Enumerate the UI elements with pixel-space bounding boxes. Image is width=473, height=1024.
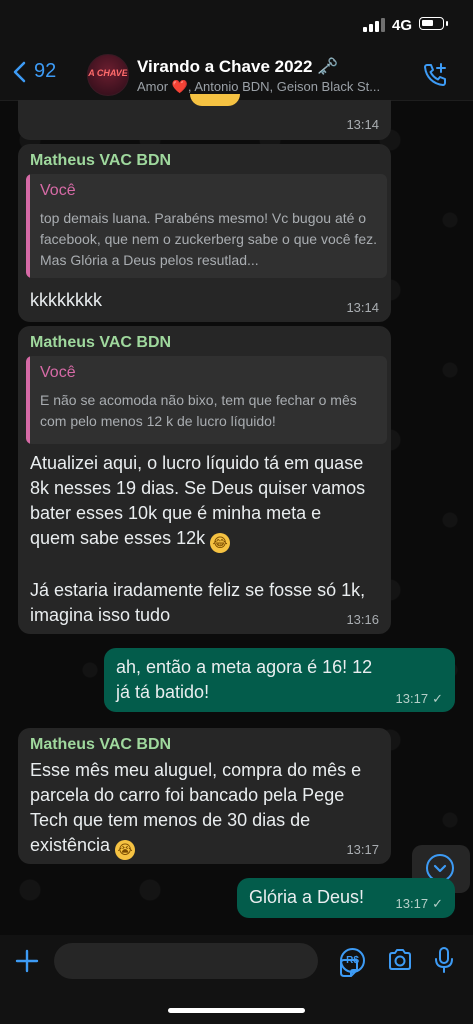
sent-check-icon: ✓ xyxy=(432,691,443,706)
message-paragraph: Esse mês meu aluguel, compra do mês e pa… xyxy=(30,760,362,855)
message-time: 13:17 ✓ xyxy=(396,896,443,912)
message-input[interactable] xyxy=(54,943,358,979)
message-paragraph: Já estaria iradamente feliz se fosse só … xyxy=(30,580,366,625)
message-time: 13:14 xyxy=(346,300,379,315)
message-time: 13:14 xyxy=(346,117,379,132)
group-members[interactable]: Amor ❤️, Antonio BDN, Geison Black St... xyxy=(137,79,407,95)
signal-icon xyxy=(363,18,385,32)
battery-icon xyxy=(419,17,448,30)
message-text: kkkkkkkk xyxy=(30,290,102,310)
sender-name: Matheus VAC BDN xyxy=(30,334,172,351)
payment-icon[interactable]: R$ xyxy=(340,948,365,973)
message-time-value: 13:17 xyxy=(395,896,429,911)
add-call-icon[interactable] xyxy=(422,62,448,88)
message-bubble-outgoing[interactable]: ah, então a meta agora é 16! 12 já tá ba… xyxy=(104,648,455,712)
message-text: Esse mês meu aluguel, compra do mês e pa… xyxy=(30,758,375,860)
laughing-emoji-icon: 😂 xyxy=(210,533,231,553)
plus-icon[interactable] xyxy=(14,948,40,974)
quote-text: top demais luana. Parabéns mesmo! Vc bug… xyxy=(40,210,377,268)
sent-check-icon: ✓ xyxy=(432,896,443,911)
message-time-value: 13:17 xyxy=(395,691,429,706)
chevron-left-icon xyxy=(13,61,26,82)
quote-bar xyxy=(26,174,30,278)
crying-emoji-icon: 😭 xyxy=(115,840,136,860)
avatar-text: A CHAVE xyxy=(88,68,128,78)
microphone-icon[interactable] xyxy=(433,946,455,974)
sender-name: Matheus VAC BDN xyxy=(30,152,172,169)
message-paragraph: Atualizei aqui, o lucro líquido tá em qu… xyxy=(30,453,366,548)
sender-name: Matheus VAC BDN xyxy=(30,736,172,753)
message-bubble[interactable]: Matheus VAC BDN Você top demais luana. P… xyxy=(18,144,391,322)
message-time: 13:17 xyxy=(346,842,379,857)
quote-bar xyxy=(26,356,30,444)
home-indicator xyxy=(168,1008,305,1013)
network-label: 4G xyxy=(392,17,413,34)
unread-count: 92 xyxy=(34,60,57,82)
quoted-message[interactable]: Você E não se acomoda não bixo, tem que … xyxy=(26,356,387,444)
message-bubble[interactable]: 13:14 xyxy=(18,94,391,140)
message-bubble-outgoing[interactable]: Glória a Deus! 13:17 ✓ xyxy=(237,878,455,918)
message-time: 13:16 xyxy=(346,612,379,627)
message-text: Atualizei aqui, o lucro líquido tá em qu… xyxy=(30,451,370,628)
group-avatar[interactable]: A CHAVE xyxy=(87,54,129,96)
message-bubble[interactable]: Matheus VAC BDN Esse mês meu aluguel, co… xyxy=(18,728,391,864)
quote-author: Você xyxy=(40,182,76,199)
camera-icon[interactable] xyxy=(387,948,413,972)
quoted-message[interactable]: Você top demais luana. Parabéns mesmo! V… xyxy=(26,174,387,278)
quote-text: E não se acomoda não bixo, tem que fecha… xyxy=(40,392,357,429)
group-title[interactable]: Virando a Chave 2022 🗝️ xyxy=(137,57,338,77)
emoji-icon xyxy=(190,94,240,106)
message-time: 13:17 ✓ xyxy=(396,691,443,707)
message-text: ah, então a meta agora é 16! 12 já tá ba… xyxy=(116,657,373,702)
composer-bar: R$ xyxy=(0,935,473,1024)
back-button[interactable]: 92 xyxy=(12,60,56,83)
quote-author: Você xyxy=(40,364,76,381)
message-bubble[interactable]: Matheus VAC BDN Você E não se acomoda nã… xyxy=(18,326,391,634)
message-text: Glória a Deus! xyxy=(249,887,365,907)
status-bar: 4G xyxy=(0,0,473,50)
